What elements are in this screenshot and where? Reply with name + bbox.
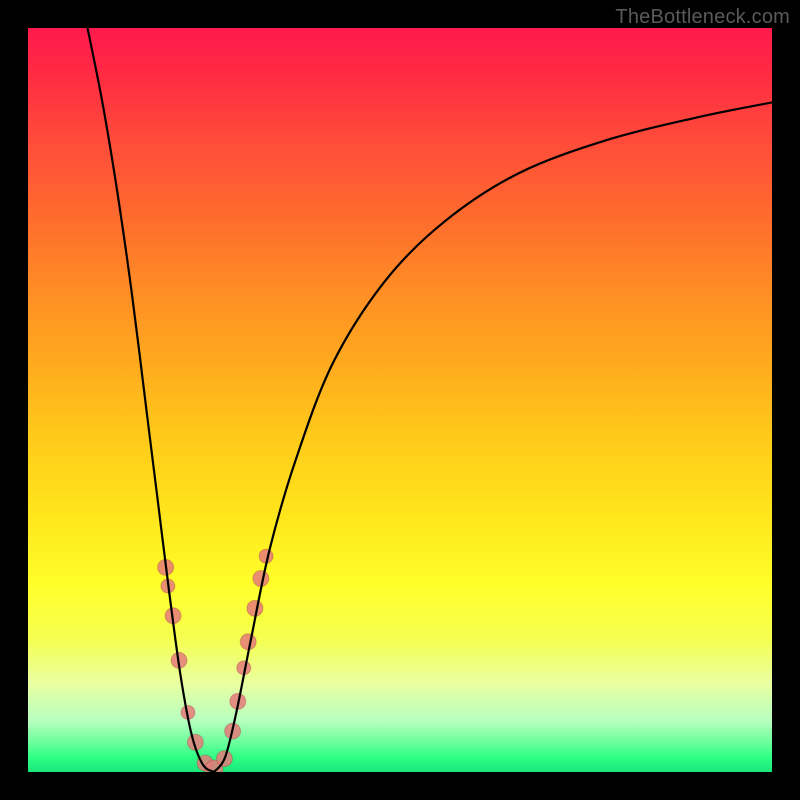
data-points-group <box>158 549 273 772</box>
watermark-text: TheBottleneck.com <box>615 6 790 29</box>
curve-left-branch <box>88 28 214 772</box>
chart-frame: TheBottleneck.com <box>0 0 800 800</box>
curve-layer <box>28 28 772 772</box>
curve-right-branch <box>214 102 772 772</box>
plot-area <box>28 28 772 772</box>
